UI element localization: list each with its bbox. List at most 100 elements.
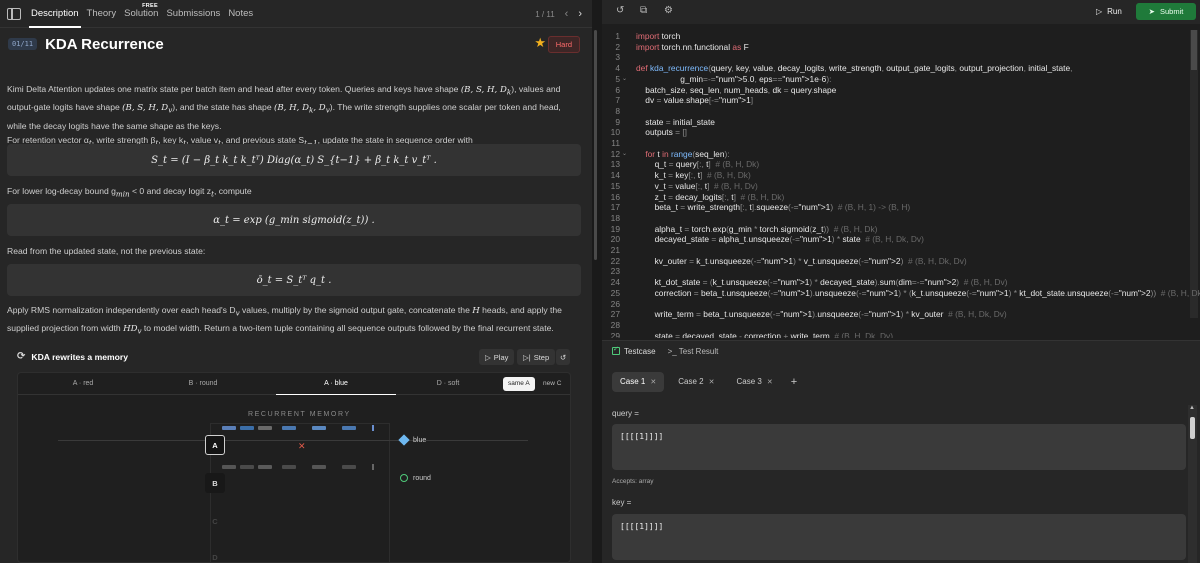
gear-icon[interactable]: ⚙: [664, 5, 673, 16]
panel-divider[interactable]: [592, 0, 602, 563]
check-icon: [612, 345, 620, 355]
testcase-scrollbar[interactable]: ▲: [1188, 405, 1197, 563]
problem-description: Kimi Delta Attention updates one matrix …: [7, 82, 581, 152]
code-line[interactable]: 27 write_term = beta_t.unsqueeze(-="num"…: [602, 309, 1200, 320]
testcase-scroll-thumb[interactable]: [1190, 417, 1195, 439]
code-text: def kda_recurrence(query, key, value, de…: [636, 63, 1073, 74]
tab-notes[interactable]: Notes: [224, 0, 257, 28]
same-a-pill[interactable]: same A: [503, 377, 535, 391]
line-number: 28: [610, 319, 620, 330]
code-line[interactable]: 14 k_t = key[:, t] # (B, H, Dk): [602, 170, 1200, 181]
option-a-red[interactable]: A · red: [38, 373, 128, 395]
memory-row-d[interactable]: D: [205, 547, 225, 562]
tab-testcase[interactable]: Testcase: [612, 345, 656, 356]
code-line[interactable]: 21: [602, 245, 1200, 256]
line-number: 16: [610, 191, 620, 202]
left-scrollbar[interactable]: [594, 30, 597, 260]
copy-icon[interactable]: ⧉: [640, 5, 647, 16]
tab-testcase-label: Testcase: [624, 347, 656, 356]
play-button[interactable]: ▷ Play: [479, 349, 515, 365]
code-text: v_t = value[:, t] # (B, H, Dv): [636, 180, 758, 191]
code-line[interactable]: 5 ⌄ g_min=-="num">5.0, eps=="num">1e-6):: [602, 74, 1200, 85]
option-d-soft[interactable]: D · soft: [403, 373, 493, 395]
memory-row-a[interactable]: A: [205, 435, 225, 455]
memory-row-c[interactable]: C: [205, 511, 225, 531]
code-line[interactable]: 11: [602, 138, 1200, 149]
legend-blue: blue: [398, 434, 426, 446]
star-icon[interactable]: ★: [534, 35, 546, 51]
case-tab-1[interactable]: Case 1 ✕: [612, 372, 665, 392]
memory-cell: [222, 465, 236, 469]
step-button[interactable]: ▷| Step: [517, 349, 556, 365]
query-input[interactable]: [[[[1]]]]: [612, 424, 1186, 470]
code-line[interactable]: 4 def kda_recurrence(query, key, value, d…: [602, 63, 1200, 74]
panel-toggle-icon[interactable]: [7, 7, 21, 20]
desc-text: Kimi Delta Attention updates one matrix …: [7, 84, 461, 94]
case-tab-2[interactable]: Case 2 ✕: [670, 372, 722, 392]
tab-solution[interactable]: Solution FREE: [120, 0, 162, 28]
code-line[interactable]: 29 state = decayed_state - correction + …: [602, 331, 1200, 338]
query-label: query =: [612, 409, 639, 418]
line-number: 9: [615, 116, 620, 127]
tab-theory[interactable]: Theory: [83, 0, 121, 28]
key-label: key =: [612, 498, 632, 507]
key-input[interactable]: [[[[1]]]]: [612, 514, 1186, 560]
code-line[interactable]: 3: [602, 52, 1200, 63]
code-line[interactable]: 28: [602, 320, 1200, 331]
reset-button[interactable]: ↺: [556, 349, 571, 365]
run-button[interactable]: ▷ Run: [1090, 3, 1128, 20]
code-line[interactable]: 13 q_t = query[:, t] # (B, H, Dk): [602, 159, 1200, 170]
code-text: import torch: [636, 31, 681, 41]
fold-chevron-icon[interactable]: ⌄: [622, 74, 627, 85]
memory-cell: [222, 426, 236, 430]
close-icon[interactable]: ✕: [709, 379, 715, 386]
code-text: z_t = decay_logits[:, t] # (B, H, Dk): [636, 191, 785, 202]
close-icon[interactable]: ✕: [650, 379, 656, 386]
code-editor[interactable]: 1 import torch 2 import torch.nn.functional…: [602, 28, 1200, 338]
chevron-left-icon[interactable]: ‹: [565, 8, 569, 20]
code-line[interactable]: 15 v_t = value[:, t] # (B, H, Dv): [602, 181, 1200, 192]
case-tab-3[interactable]: Case 3 ✕: [728, 372, 780, 392]
code-line[interactable]: 12 ⌄ for t in range(seq_len):: [602, 149, 1200, 160]
tab-test-result[interactable]: >_ Test Result: [668, 347, 719, 356]
desc-text: , compute: [213, 186, 252, 196]
scroll-up-icon[interactable]: ▲: [1189, 405, 1195, 411]
tab-submissions[interactable]: Submissions: [162, 0, 224, 28]
close-icon[interactable]: ✕: [767, 379, 773, 386]
memory-row-b[interactable]: B: [205, 473, 225, 493]
code-line[interactable]: 2 import torch.nn.functional as F: [602, 42, 1200, 53]
code-text: dv = value.shape[-="num">1]: [636, 95, 754, 106]
code-line[interactable]: 1 import torch: [602, 31, 1200, 42]
code-line[interactable]: 6 batch_size, seq_len, num_heads, dk = q…: [602, 85, 1200, 96]
desc-paragraph-5: Apply RMS normalization independently ov…: [7, 303, 581, 340]
code-line[interactable]: 19 alpha_t = torch.exp(g_min * torch.sig…: [602, 224, 1200, 235]
option-a-blue[interactable]: A · blue: [276, 373, 396, 395]
code-line[interactable]: 20 decayed_state = alpha_t.unsqueeze(-="…: [602, 234, 1200, 245]
add-case-icon[interactable]: +: [791, 376, 797, 388]
code-line[interactable]: 26: [602, 299, 1200, 310]
undo-icon[interactable]: ↺: [616, 5, 624, 16]
code-line[interactable]: 18: [602, 213, 1200, 224]
line-number: 15: [610, 180, 620, 191]
new-c-pill[interactable]: new C: [538, 377, 566, 391]
chevron-right-icon[interactable]: ›: [578, 8, 582, 20]
code-line[interactable]: 22 kv_outer = k_t.unsqueeze(-="num">1) *…: [602, 256, 1200, 267]
code-line[interactable]: 25 correction = beta_t.unsqueeze(-="num"…: [602, 288, 1200, 299]
tab-description[interactable]: Description: [27, 0, 83, 28]
code-line[interactable]: 8: [602, 106, 1200, 117]
code-line[interactable]: 23: [602, 266, 1200, 277]
line-number: 25: [610, 287, 620, 298]
play-icon: ▷: [485, 352, 491, 362]
memory-cell: [258, 465, 272, 469]
option-b-round[interactable]: B · round: [158, 373, 248, 395]
code-line[interactable]: 24 kt_dot_state = (k_t.unsqueeze(-="num"…: [602, 277, 1200, 288]
fold-chevron-icon[interactable]: ⌄: [622, 149, 627, 160]
submit-button[interactable]: ➤ Submit: [1136, 3, 1196, 20]
memory-cell: [240, 465, 254, 469]
code-line[interactable]: 9 state = initial_state: [602, 117, 1200, 128]
code-line[interactable]: 16 z_t = decay_logits[:, t] # (B, H, Dk): [602, 192, 1200, 203]
code-line[interactable]: 17 beta_t = write_strength[:, t].squeeze…: [602, 202, 1200, 213]
code-line[interactable]: 10 outputs = []: [602, 127, 1200, 138]
code-line[interactable]: 7 dv = value.shape[-="num">1]: [602, 95, 1200, 106]
code-text: batch_size, seq_len, num_heads, dk = que…: [636, 84, 837, 95]
